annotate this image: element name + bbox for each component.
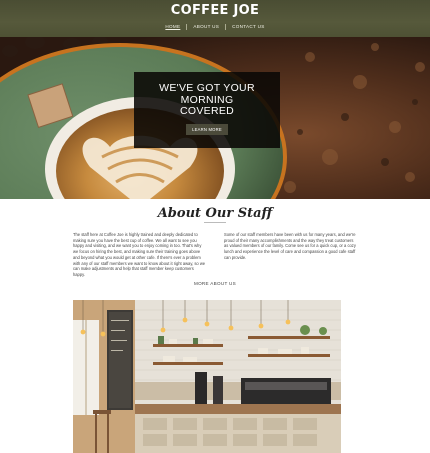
learn-more-button[interactable]: LEARN MORE	[186, 123, 228, 135]
hero-headline-line: WE'VE GOT YOUR	[159, 82, 255, 94]
about-paragraph-right: Some of our staff members have been with…	[224, 232, 356, 260]
main-nav: HOME ABOUT US CONTACT US	[0, 24, 430, 30]
heading-divider	[204, 222, 226, 223]
nav-contact-us[interactable]: CONTACT US	[226, 24, 270, 29]
site-header: COFFEE JOE HOME ABOUT US CONTACT US	[0, 0, 430, 37]
hero-headline: WE'VE GOT YOUR MORNING COVERED	[134, 82, 280, 118]
hero-banner: WE'VE GOT YOUR MORNING COVERED LEARN MOR…	[0, 37, 430, 199]
about-paragraph-left: The staff here at Coffee Joe is highly t…	[73, 232, 206, 277]
more-about-us-link[interactable]: MORE ABOUT US	[0, 281, 430, 286]
hero-overlay-box: WE'VE GOT YOUR MORNING COVERED LEARN MOR…	[134, 72, 280, 148]
nav-home[interactable]: HOME	[159, 24, 186, 29]
about-heading: About Our Staff	[157, 206, 273, 221]
nav-about-us[interactable]: ABOUT US	[187, 24, 225, 29]
hero-headline-line: COVERED	[179, 105, 235, 117]
brand-logo[interactable]: COFFEE JOE	[0, 3, 430, 18]
cafe-interior-image	[73, 300, 341, 453]
